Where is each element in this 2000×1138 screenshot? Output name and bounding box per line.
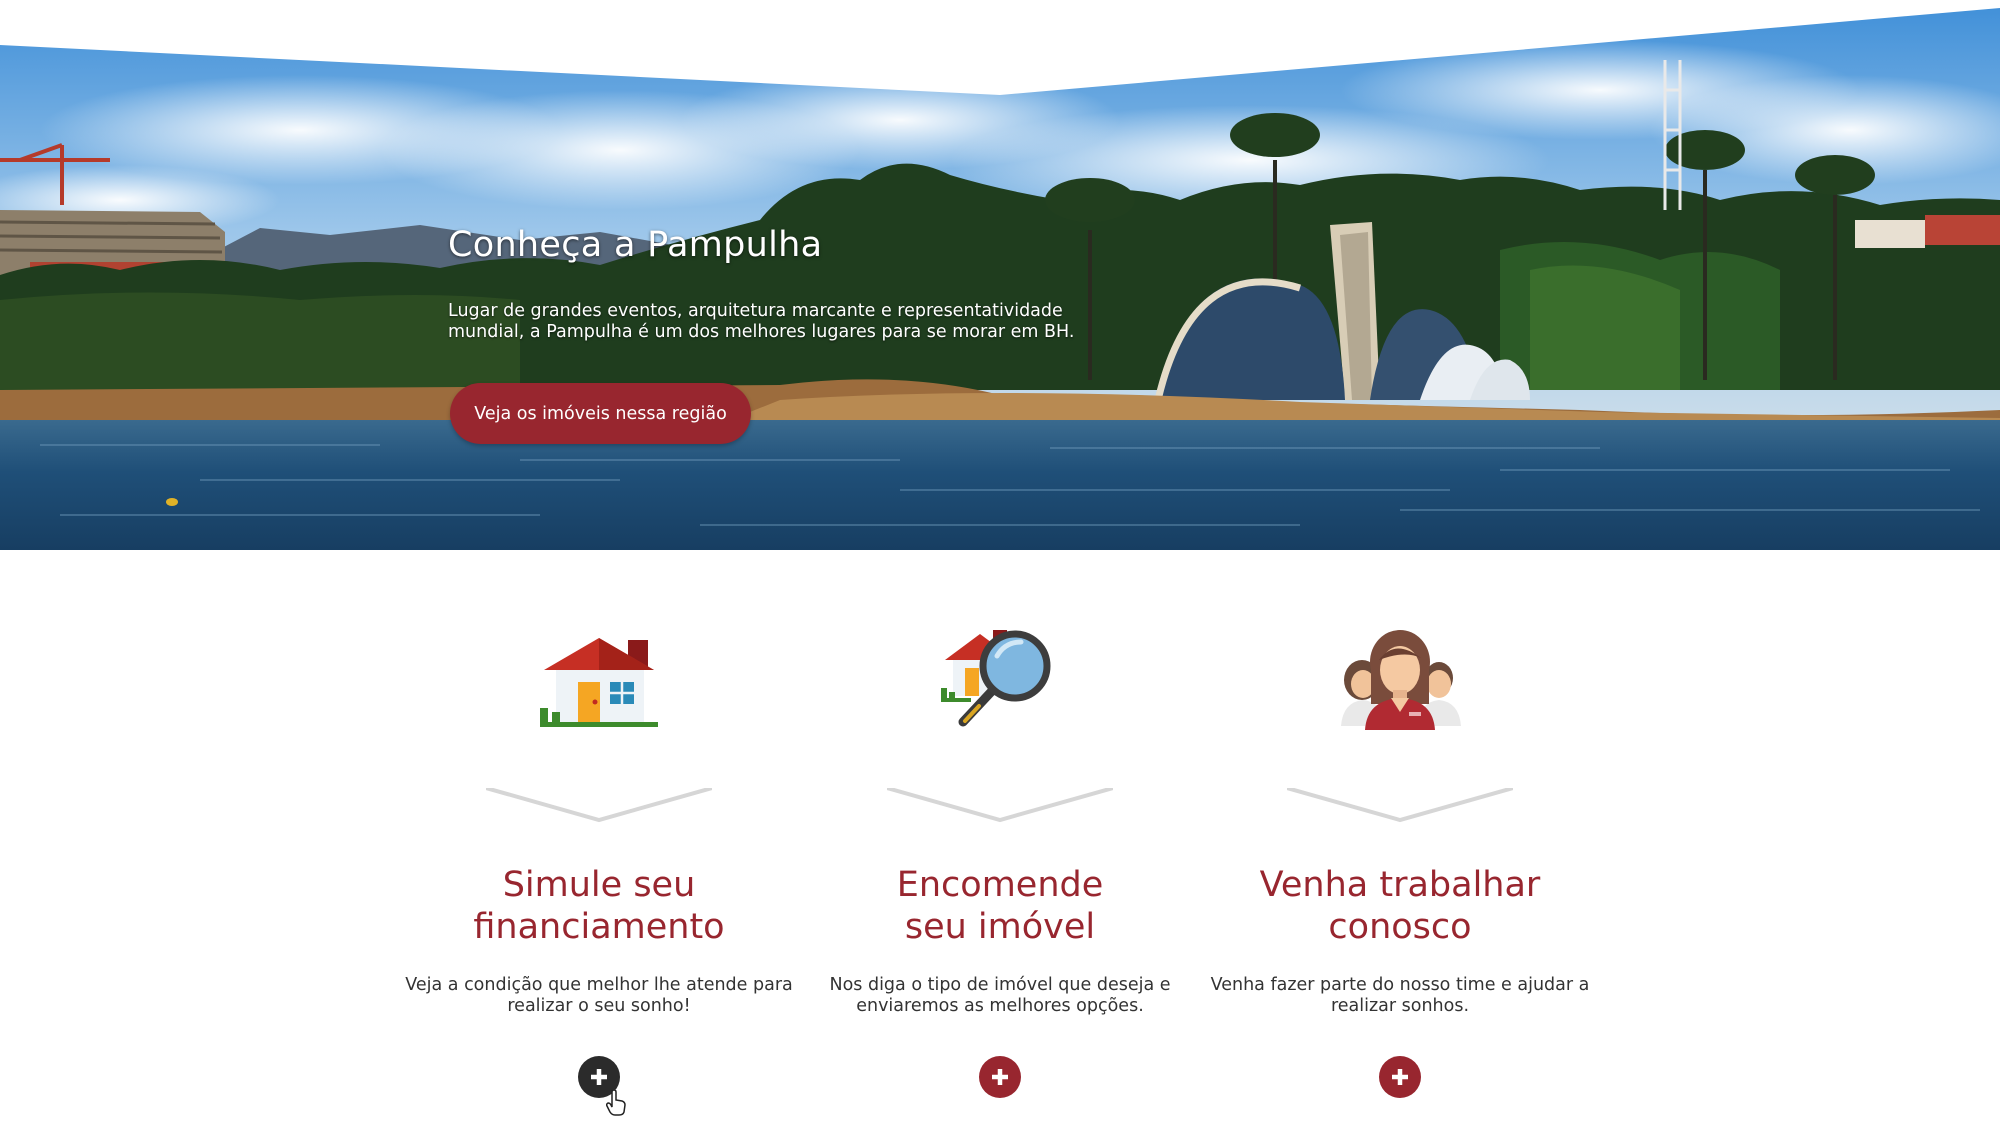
service-financing: Simule seu financiamento Veja a condição … (399, 620, 799, 1120)
hand-cursor-icon (606, 1090, 626, 1116)
house-search-icon (800, 620, 1200, 770)
divider-chevron (486, 788, 712, 823)
service-description: Veja a condição que melhor lhe atende pa… (405, 975, 793, 1016)
request-property-plus-button[interactable] (979, 1056, 1021, 1098)
plus-icon (992, 1069, 1008, 1085)
service-description: Venha fazer parte do nosso time e ajudar… (1210, 975, 1590, 1016)
service-work-with-us: Venha trabalhar conosco Venha fazer parte… (1200, 620, 1600, 1120)
service-title: Simule seu financiamento (473, 865, 725, 947)
hero-banner: Conheça a Pampulha Lugar de grandes even… (0, 0, 2000, 550)
service-title: Venha trabalhar conosco (1259, 865, 1541, 947)
work-with-us-plus-button[interactable] (1379, 1056, 1421, 1098)
divider-chevron (1287, 788, 1513, 823)
hero-title: Conheça a Pampulha (448, 225, 823, 265)
plus-icon (1392, 1069, 1408, 1085)
hero-content: Conheça a Pampulha Lugar de grandes even… (448, 225, 1098, 343)
service-request-property: Encomende seu imóvel Nos diga o tipo de i… (800, 620, 1200, 1120)
divider-chevron (887, 788, 1113, 823)
house-icon (399, 620, 799, 770)
view-properties-button[interactable]: Veja os imóveis nessa região (450, 383, 751, 444)
plus-icon (591, 1069, 607, 1085)
hero-description: Lugar de grandes eventos, arquitetura ma… (448, 301, 1075, 342)
service-title: Encomende seu imóvel (896, 865, 1104, 947)
service-description: Nos diga o tipo de imóvel que deseja e e… (829, 975, 1171, 1016)
team-icon (1200, 620, 1600, 770)
